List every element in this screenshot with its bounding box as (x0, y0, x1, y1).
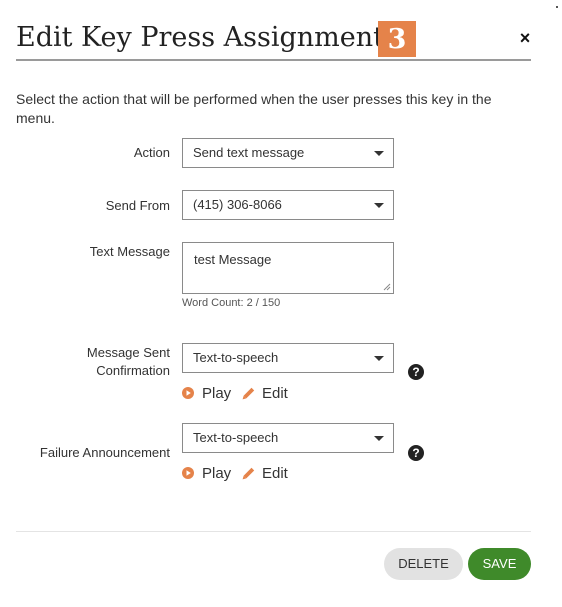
word-count: Word Count: 2 / 150 (182, 297, 281, 309)
save-button[interactable]: SAVE (468, 548, 531, 580)
action-label: Action (133, 145, 170, 160)
question-circle-icon[interactable]: ? (408, 364, 424, 380)
message-sent-confirmation-value: Text-to-speech (193, 350, 279, 365)
edit-label: Edit (262, 384, 288, 402)
close-icon[interactable]: × (516, 28, 534, 48)
confirmation-edit-button[interactable]: Edit (242, 383, 288, 403)
play-circle-icon (182, 387, 194, 399)
question-circle-icon[interactable]: ? (408, 445, 424, 461)
dialog-description: Select the action that will be performed… (16, 91, 492, 126)
text-message-field[interactable]: test Message (182, 242, 394, 294)
pencil-icon (242, 387, 255, 399)
failure-edit-button[interactable]: Edit (242, 463, 288, 483)
confirmation-play-button[interactable]: Play (182, 383, 231, 403)
failure-announcement-select[interactable]: Text-to-speech (182, 423, 394, 453)
send-from-select[interactable]: (415) 306-8066 (182, 190, 394, 220)
play-circle-icon (182, 467, 194, 479)
pencil-icon (242, 467, 255, 479)
message-sent-confirmation-label: Message Sent Confirmation (86, 345, 170, 378)
dialog-title: Edit Key Press Assignment - (16, 22, 402, 53)
text-message-label: Text Message (89, 244, 170, 259)
send-from-label: Send From (105, 198, 170, 213)
play-label: Play (202, 464, 232, 482)
edit-key-press-dialog: Edit Key Press Assignment - 3 × Select t… (0, 0, 562, 607)
send-from-select-value: (415) 306-8066 (193, 197, 282, 212)
text-message-value: test Message (194, 252, 272, 267)
action-select-value: Send text message (193, 145, 305, 160)
footer-divider (16, 531, 531, 532)
failure-announcement-value: Text-to-speech (193, 430, 279, 445)
edit-label: Edit (262, 464, 288, 482)
caret-down-icon (374, 436, 384, 441)
caret-down-icon (374, 356, 384, 361)
resize-grip-icon[interactable] (383, 283, 391, 291)
title-divider (16, 59, 531, 61)
dialog-header: Edit Key Press Assignment - 3 (16, 20, 531, 60)
failure-play-button[interactable]: Play (182, 463, 231, 483)
message-sent-confirmation-select[interactable]: Text-to-speech (182, 343, 394, 373)
key-number-badge: 3 (378, 21, 416, 57)
play-label: Play (202, 384, 232, 402)
caret-down-icon (374, 203, 384, 208)
caret-down-icon (374, 151, 384, 156)
action-select[interactable]: Send text message (182, 138, 394, 168)
failure-announcement-label: Failure Announcement (39, 445, 170, 460)
delete-button[interactable]: DELETE (384, 548, 463, 580)
stray-dot (556, 6, 558, 8)
